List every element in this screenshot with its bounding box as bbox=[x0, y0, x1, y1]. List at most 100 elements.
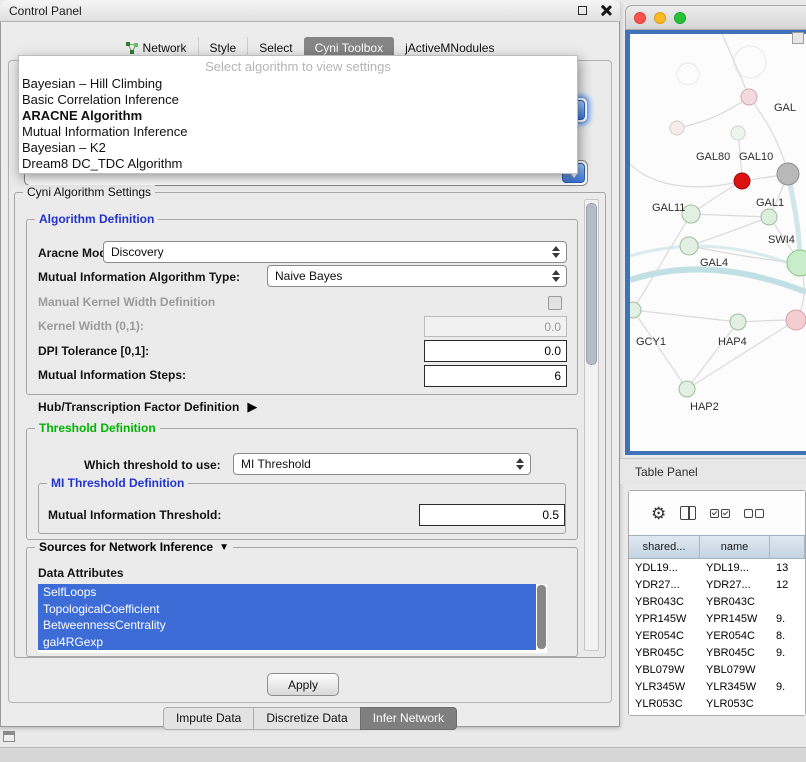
dropdown-item-highlighted[interactable]: ARACNE Algorithm bbox=[19, 108, 577, 124]
tab-jactivemnodules-label: jActiveMNodules bbox=[405, 41, 494, 55]
table-cell[interactable]: YLR345W bbox=[700, 678, 770, 695]
mi-threshold-label: Mutual Information Threshold: bbox=[48, 508, 221, 522]
network-node[interactable] bbox=[731, 126, 745, 140]
cyni-settings-group-title: Cyni Algorithm Settings bbox=[23, 185, 155, 199]
table-row[interactable]: YBL079W YBL079W bbox=[629, 661, 805, 678]
settings-gear-icon[interactable]: ⚙ bbox=[651, 505, 666, 522]
table-cell[interactable]: YBR043C bbox=[629, 593, 700, 610]
network-node[interactable] bbox=[787, 250, 806, 276]
table-cell[interactable]: 12 bbox=[770, 576, 805, 593]
settings-scrollbar[interactable] bbox=[584, 199, 599, 651]
table-cell[interactable]: 8. bbox=[770, 627, 805, 644]
table-cell[interactable]: YBL079W bbox=[629, 661, 700, 678]
table-cell[interactable] bbox=[770, 593, 805, 610]
apply-button[interactable]: Apply bbox=[267, 673, 339, 696]
table-row[interactable]: YDL19... YDL19... 13 bbox=[629, 559, 805, 576]
network-node[interactable] bbox=[786, 310, 806, 330]
table-cell[interactable]: YDR27... bbox=[629, 576, 700, 593]
expand-arrow-icon[interactable]: ▶ bbox=[247, 399, 257, 415]
dropdown-item[interactable]: Bayesian – K2 bbox=[19, 140, 577, 156]
table-cell[interactable]: YBR043C bbox=[700, 593, 770, 610]
table-cell[interactable]: 9. bbox=[770, 644, 805, 661]
bottom-tab-impute-data[interactable]: Impute Data bbox=[163, 707, 254, 730]
column-header-extra[interactable] bbox=[770, 536, 805, 558]
attribute-item[interactable]: BetweennessCentrality bbox=[38, 617, 536, 634]
table-row[interactable]: YER054C YER054C 8. bbox=[629, 627, 805, 644]
table-cell[interactable]: YDL19... bbox=[629, 559, 700, 576]
network-node[interactable] bbox=[679, 381, 695, 397]
attribute-item[interactable]: gal4RGexp bbox=[38, 634, 536, 651]
collapse-arrow-icon[interactable]: ▼ bbox=[219, 542, 229, 553]
table-row[interactable]: YBR045C YBR045C 9. bbox=[629, 644, 805, 661]
table-cell[interactable]: YER054C bbox=[629, 627, 700, 644]
table-cell[interactable]: YPR145W bbox=[700, 610, 770, 627]
close-traffic-button[interactable] bbox=[634, 12, 646, 24]
control-panel-titlebar[interactable]: Control Panel bbox=[0, 0, 620, 22]
table-cell[interactable]: 13 bbox=[770, 559, 805, 576]
aracne-mode-combo[interactable]: Discovery bbox=[103, 241, 567, 263]
table-cell[interactable]: YBR045C bbox=[629, 644, 700, 661]
list-scrollbar-thumb[interactable] bbox=[537, 585, 546, 649]
network-node[interactable] bbox=[670, 121, 684, 135]
hub-section-toggle[interactable]: Hub/Transcription Factor Definition ▶ bbox=[38, 399, 257, 415]
table-cell[interactable] bbox=[770, 695, 805, 712]
attribute-item[interactable]: SelfLoops bbox=[38, 584, 536, 601]
table-row[interactable]: YPR145W YPR145W 9. bbox=[629, 610, 805, 627]
table-row[interactable]: YBR043C YBR043C bbox=[629, 593, 805, 610]
which-threshold-combo[interactable]: MI Threshold bbox=[233, 453, 531, 475]
select-all-columns-icon[interactable] bbox=[710, 509, 730, 518]
network-node[interactable] bbox=[777, 163, 799, 185]
kernel-width-input[interactable] bbox=[424, 316, 567, 337]
table-cell[interactable]: YPR145W bbox=[629, 610, 700, 627]
table-cell[interactable]: YER054C bbox=[700, 627, 770, 644]
network-node[interactable] bbox=[680, 237, 698, 255]
bottom-tab-discretize-data[interactable]: Discretize Data bbox=[253, 707, 360, 730]
network-canvas[interactable]: GAL GAL80 GAL10 GAL11 GAL1 SWI4 GAL4 GCY… bbox=[630, 34, 806, 451]
table-cell[interactable]: YBR045C bbox=[700, 644, 770, 661]
table-row[interactable]: YLR345W YLR345W 9. bbox=[629, 678, 805, 695]
network-node[interactable] bbox=[761, 209, 777, 225]
deselect-columns-icon[interactable] bbox=[744, 509, 764, 518]
column-header-name[interactable]: name bbox=[700, 536, 770, 558]
table-cell[interactable]: YLR345W bbox=[629, 678, 700, 695]
mi-steps-input[interactable] bbox=[424, 365, 567, 387]
network-node[interactable] bbox=[734, 173, 750, 189]
attribute-item[interactable]: TopologicalCoefficient bbox=[38, 601, 536, 618]
table-cell[interactable]: YLR053C bbox=[629, 695, 700, 712]
table-cell[interactable]: YDR27... bbox=[700, 576, 770, 593]
dropdown-item[interactable]: Bayesian – Hill Climbing bbox=[19, 76, 577, 92]
float-panel-icon[interactable] bbox=[578, 6, 587, 15]
dropdown-item[interactable]: Basic Correlation Inference bbox=[19, 92, 577, 108]
network-node[interactable] bbox=[630, 302, 641, 318]
sources-group-title[interactable]: Sources for Network Inference ▼ bbox=[35, 540, 233, 554]
zoom-traffic-button[interactable] bbox=[674, 12, 686, 24]
table-cell[interactable]: 9. bbox=[770, 610, 805, 627]
table-cell[interactable]: YBL079W bbox=[700, 661, 770, 678]
table-cell[interactable] bbox=[770, 661, 805, 678]
dropdown-item[interactable]: Mutual Information Inference bbox=[19, 124, 577, 140]
network-window-titlebar[interactable] bbox=[625, 5, 806, 30]
settings-scrollbar-thumb[interactable] bbox=[586, 203, 597, 365]
restore-panel-icon[interactable] bbox=[3, 731, 15, 742]
close-panel-icon[interactable] bbox=[600, 5, 611, 16]
table-cell[interactable]: 9. bbox=[770, 678, 805, 695]
table-row[interactable]: YDR27... YDR27... 12 bbox=[629, 576, 805, 593]
control-panel-title: Control Panel bbox=[9, 4, 82, 18]
attribute-list[interactable]: SelfLoops TopologicalCoefficient Between… bbox=[38, 584, 547, 653]
minimize-traffic-button[interactable] bbox=[654, 12, 666, 24]
column-header-shared[interactable]: shared... bbox=[629, 536, 700, 558]
dropdown-item[interactable]: Dream8 DC_TDC Algorithm bbox=[19, 156, 577, 172]
mi-threshold-input[interactable] bbox=[419, 504, 565, 526]
columns-icon[interactable] bbox=[680, 506, 696, 520]
table-row[interactable]: YLR053C YLR053C bbox=[629, 695, 805, 712]
table-cell[interactable]: YDL19... bbox=[700, 559, 770, 576]
dpi-tolerance-input[interactable] bbox=[424, 340, 567, 362]
bottom-tab-infer-network[interactable]: Infer Network bbox=[360, 707, 457, 730]
network-node[interactable] bbox=[741, 89, 757, 105]
table-cell[interactable]: YLR053C bbox=[700, 695, 770, 712]
table-panel-titlebar[interactable]: Table Panel bbox=[620, 458, 806, 484]
manual-kernel-checkbox[interactable] bbox=[548, 296, 562, 310]
network-node[interactable] bbox=[730, 314, 746, 330]
mi-type-combo[interactable]: Naive Bayes bbox=[267, 265, 567, 287]
mi-type-value: Naive Bayes bbox=[275, 269, 342, 283]
